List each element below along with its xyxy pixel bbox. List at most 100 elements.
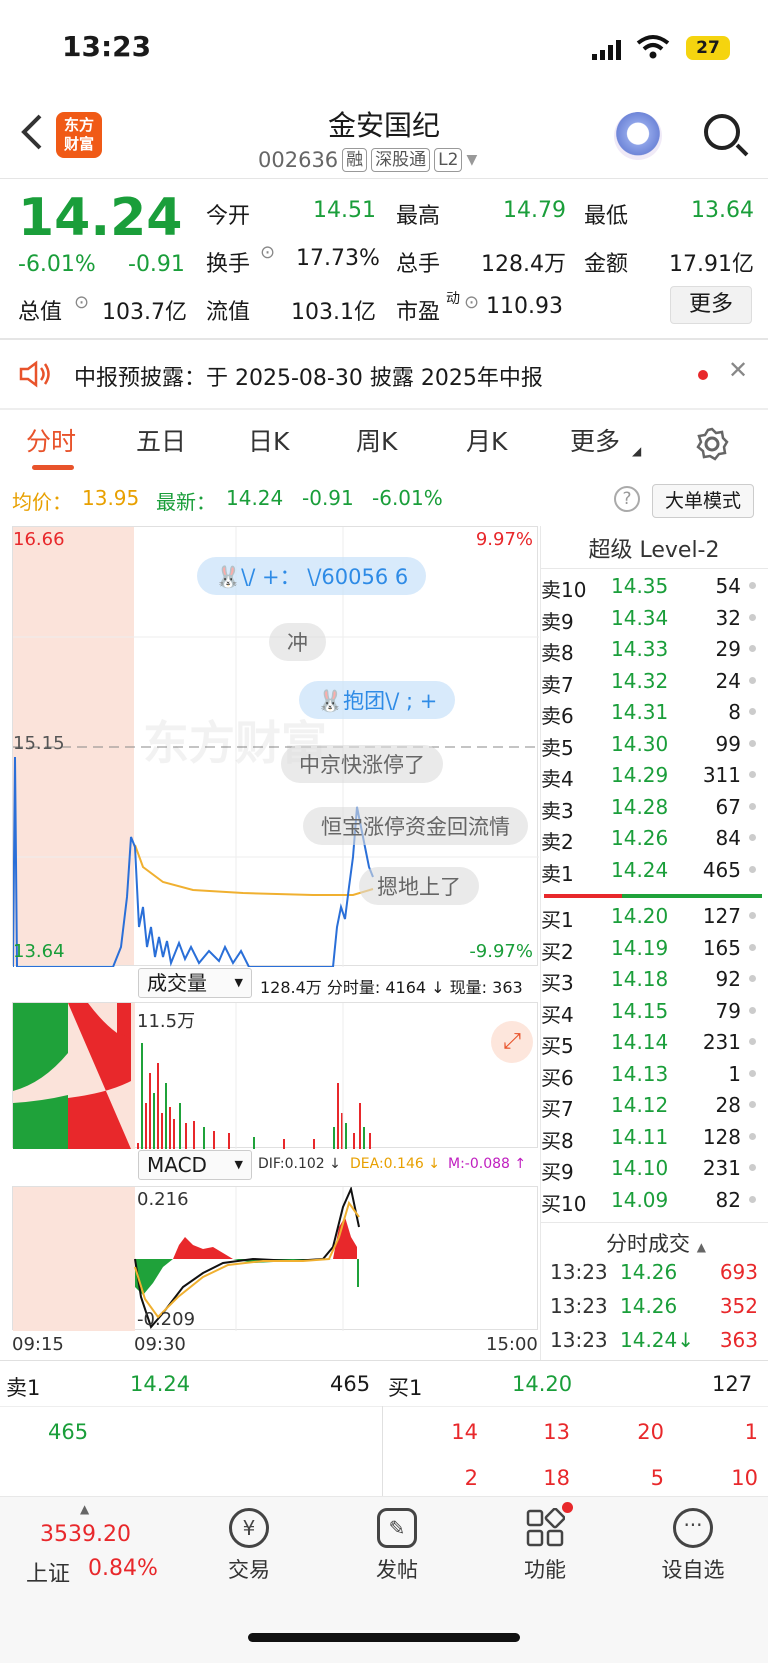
macd-chart[interactable]: 0.216 -0.209 — [12, 1186, 538, 1331]
tick-volume: 363 — [719, 1328, 758, 1352]
orderbook-row-buy[interactable]: 买4 14.15 79 — [541, 999, 761, 1029]
tab-more[interactable]: 更多 — [570, 422, 620, 458]
info-dots-icon[interactable]: ⊙ — [464, 292, 479, 313]
tab-5day[interactable]: 五日 — [136, 422, 186, 458]
volume-bar — [369, 1133, 371, 1149]
volume-selector[interactable]: 成交量 ▼ — [138, 968, 252, 998]
orderbook-row-buy[interactable]: 买10 14.09 82 — [541, 1188, 761, 1218]
orderbook-row-buy[interactable]: 买6 14.13 1 — [541, 1062, 761, 1092]
danmaku-bubble[interactable]: 摁地上了 — [359, 867, 479, 905]
amount-label: 金额 — [584, 252, 629, 277]
orderbook-dot — [749, 771, 756, 778]
orderbook-volume: 165 — [702, 935, 741, 960]
orderbook-row-buy[interactable]: 买2 14.19 165 — [541, 936, 761, 966]
orderbook-row-buy[interactable]: 买3 14.18 92 — [541, 967, 761, 997]
orderbook-price: 14.28 — [611, 794, 669, 819]
orderbook-row-sell[interactable]: 卖5 14.30 99 — [541, 732, 761, 762]
caret-down-icon: ▼ — [466, 152, 478, 168]
index-value[interactable]: 3539.20 — [40, 1522, 131, 1547]
latest-pct: -6.01% — [372, 486, 443, 510]
orderbook-level: 卖8 — [541, 641, 574, 665]
queue-buy-item: 13 — [543, 1420, 570, 1444]
orderbook-row-buy[interactable]: 买8 14.11 128 — [541, 1125, 761, 1155]
orderbook-row-buy[interactable]: 买5 14.14 231 — [541, 1030, 761, 1060]
divider — [0, 178, 768, 179]
tab-weekly[interactable]: 周K — [356, 422, 397, 458]
assistant-avatar[interactable] — [614, 112, 662, 160]
queue-buy-item: 5 — [650, 1466, 664, 1490]
orderbook-row-sell[interactable]: 卖1 14.24 465 — [541, 858, 761, 888]
orderbook-dot — [749, 865, 756, 873]
tick-time: 13:23 — [550, 1260, 608, 1284]
orderbook-dot — [749, 645, 756, 652]
orderbook-row-sell[interactable]: 卖6 14.31 8 — [541, 700, 761, 730]
orderbook-volume: 79 — [715, 998, 741, 1023]
orderbook-price: 14.32 — [611, 668, 669, 693]
info-dots-icon[interactable]: ⊙ — [260, 242, 275, 263]
divider — [540, 568, 768, 569]
orderbook-level: 买7 — [541, 1097, 574, 1121]
orderbook-row-buy[interactable]: 买1 14.20 127 — [541, 904, 761, 934]
orderbook-row-sell[interactable]: 卖10 14.35 54 — [541, 574, 761, 604]
tick-volume: 693 — [719, 1260, 758, 1284]
high-value: 14.79 — [503, 198, 566, 223]
orderbook-row-sell[interactable]: 卖8 14.33 29 — [541, 637, 761, 667]
orderbook-row-buy[interactable]: 买9 14.10 231 — [541, 1156, 761, 1186]
orderbook-row-sell[interactable]: 卖9 14.34 32 — [541, 606, 761, 636]
index-pct[interactable]: 0.84% — [88, 1556, 158, 1581]
orderbook-level: 卖7 — [541, 672, 574, 697]
orderbook-price: 14.13 — [611, 1061, 669, 1086]
ticks-title[interactable]: 分时成交 ▲ — [606, 1228, 706, 1258]
danmaku-bubble[interactable]: 🐰抱团\/ ; + — [299, 681, 456, 719]
volume-bar — [363, 1127, 365, 1149]
orderbook-level: 买2 — [541, 939, 574, 964]
orderbook-row-sell[interactable]: 卖4 14.29 311 — [541, 763, 761, 793]
price-chart[interactable]: 16.66 9.97% 15.15 13.64 -9.97% 东方财富 🐰\/ … — [12, 526, 539, 967]
more-dots-icon: ··· — [673, 1508, 713, 1548]
tab-intraday[interactable]: 分时 — [26, 422, 76, 458]
orderbook-row-buy[interactable]: 买7 14.12 28 — [541, 1093, 761, 1123]
orderbook-level: 买1 — [541, 908, 574, 932]
orderbook-price: 14.11 — [611, 1124, 669, 1149]
orderbook-row-sell[interactable]: 卖7 14.32 24 — [541, 669, 761, 699]
info-dots-icon[interactable]: ⊙ — [74, 292, 89, 313]
orderbook-volume: 231 — [702, 1156, 741, 1180]
search-icon[interactable] — [704, 114, 740, 150]
queue-sell-vol: 465 — [330, 1372, 371, 1396]
orderbook-level: 卖1 — [541, 861, 574, 886]
post-button[interactable]: ✎ 发帖 — [342, 1508, 452, 1584]
more-button[interactable]: 更多 — [670, 286, 752, 324]
orderbook-dot — [749, 582, 756, 589]
tab-monthly[interactable]: 月K — [466, 422, 507, 458]
orderbook-row-sell[interactable]: 卖3 14.28 67 — [541, 795, 761, 825]
macd-bot-label: -0.209 — [137, 1309, 196, 1330]
help-icon[interactable]: ? — [614, 486, 640, 512]
danmaku-bubble[interactable]: 恒宝涨停资金回流情 — [303, 807, 528, 845]
function-button[interactable]: 功能 — [490, 1502, 600, 1584]
trade-button[interactable]: ¥ 交易 — [194, 1508, 304, 1584]
indicator-selector[interactable]: MACD ▼ — [138, 1150, 252, 1180]
close-icon[interactable]: ✕ — [728, 356, 748, 384]
gear-icon[interactable] — [694, 426, 730, 466]
add-watchlist-button[interactable]: ··· 设自选 — [638, 1508, 748, 1584]
divider — [382, 1406, 383, 1496]
chart-bot-price: 13.64 — [13, 941, 65, 962]
volume-bar — [161, 1113, 163, 1149]
volume-bar — [203, 1127, 205, 1149]
danmaku-bubble[interactable]: 中京快涨停了 — [281, 745, 443, 783]
orderbook-row-sell[interactable]: 卖2 14.26 84 — [541, 826, 761, 856]
volume-chart[interactable]: 11.5万 ⤢ — [12, 1002, 538, 1149]
status-time: 13:23 — [62, 30, 152, 63]
notice-bar[interactable]: 中报预披露：于 2025-08-30 披露 2025年中报 ✕ — [0, 340, 768, 408]
orderbook-price: 14.20 — [611, 904, 669, 928]
danmaku-bubble[interactable]: 冲 — [269, 623, 326, 661]
orderbook-dot — [749, 912, 756, 919]
orderbook-volume: 67 — [715, 794, 741, 819]
tab-daily[interactable]: 日K — [248, 422, 289, 458]
orderbook-title: 超级 Level-2 — [588, 538, 720, 563]
stock-subtitle[interactable]: 002636 融 深股通 L2 ▼ — [258, 148, 477, 172]
danmaku-bubble[interactable]: 🐰\/ +： \/60056 6 — [197, 557, 427, 595]
expand-icon[interactable]: ⤢ — [491, 1021, 533, 1063]
big-order-mode-button[interactable]: 大单模式 — [652, 484, 754, 518]
index-name[interactable]: 上证 — [26, 1556, 70, 1588]
